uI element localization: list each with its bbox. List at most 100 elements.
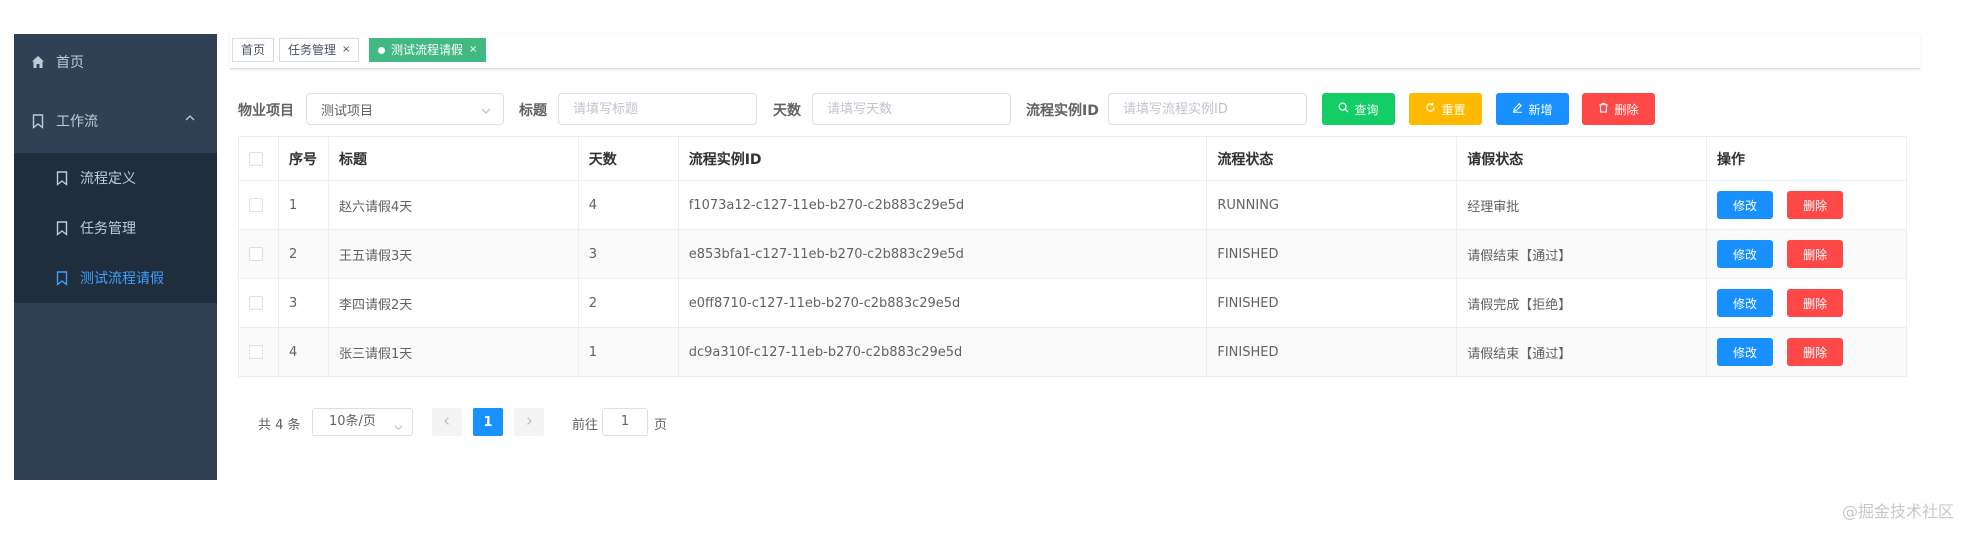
table-header-row: 序号 标题 天数 流程实例ID 流程状态 请假状态 操作 <box>238 136 1907 181</box>
column-header: 请假状态 <box>1456 136 1708 181</box>
tag-label: 测试流程请假 <box>391 43 464 57</box>
chevron-up-icon <box>183 111 197 125</box>
row-checkbox[interactable] <box>249 345 263 359</box>
cell-title: 张三请假1天 <box>327 327 579 377</box>
bookmark-icon <box>54 170 70 186</box>
page-number-button[interactable]: 1 <box>473 408 503 436</box>
cell-days: 3 <box>577 229 679 279</box>
edit-icon <box>1512 102 1523 116</box>
tags-view: 首页 任务管理 × 测试流程请假 × <box>230 34 1920 69</box>
sidebar-item-test-leave[interactable]: 测试流程请假 <box>14 253 217 303</box>
cell-title: 赵六请假4天 <box>327 180 579 230</box>
chevron-right-icon <box>524 415 534 430</box>
table-row: 4 张三请假1天 1 dc9a310f-c127-11eb-b270-c2b88… <box>238 327 1907 377</box>
goto-page-input[interactable]: 1 <box>602 408 648 436</box>
sidebar-item-home[interactable]: 首页 <box>14 34 217 89</box>
days-label: 天数 <box>773 103 801 119</box>
cell-instance-id: e0ff8710-c127-11eb-b270-c2b883c29e5d <box>677 278 1208 328</box>
sidebar-item-process-definition[interactable]: 流程定义 <box>14 153 217 203</box>
row-delete-button[interactable]: 删除 <box>1787 191 1844 219</box>
cell-instance-id: dc9a310f-c127-11eb-b270-c2b883c29e5d <box>677 327 1208 377</box>
page-size-select[interactable]: 10条/页 <box>312 408 413 436</box>
delete-button[interactable]: 删除 <box>1582 93 1655 125</box>
reset-button[interactable]: 重置 <box>1409 93 1482 125</box>
cell-days: 2 <box>577 278 679 328</box>
cell-leave-status: 请假完成【拒绝】 <box>1456 278 1708 328</box>
close-icon[interactable]: × <box>469 39 477 61</box>
cell-leave-status: 请假结束【通过】 <box>1456 229 1708 279</box>
tag-label: 首页 <box>241 43 266 57</box>
chevron-left-icon <box>442 415 452 430</box>
instance-id-input[interactable] <box>1108 93 1307 125</box>
sidebar-item-label: 任务管理 <box>80 221 136 237</box>
query-button[interactable]: 查询 <box>1322 93 1395 125</box>
column-header: 序号 <box>277 136 329 181</box>
row-select <box>238 229 279 279</box>
next-page-button[interactable] <box>514 408 544 436</box>
edit-button[interactable]: 修改 <box>1717 338 1774 366</box>
row-checkbox[interactable] <box>249 198 263 212</box>
bookmark-icon <box>54 270 70 286</box>
chevron-down-icon <box>480 102 492 114</box>
goto-label: 前往 <box>572 418 599 433</box>
cell-leave-status: 请假结束【通过】 <box>1456 327 1708 377</box>
header-select <box>238 136 279 181</box>
column-header: 天数 <box>577 136 679 181</box>
row-delete-button[interactable]: 删除 <box>1787 289 1844 317</box>
tag-test-leave[interactable]: 测试流程请假 × <box>369 38 487 62</box>
trash-icon <box>1598 102 1609 116</box>
cell-no: 4 <box>277 327 329 377</box>
row-delete-button[interactable]: 删除 <box>1787 338 1844 366</box>
row-checkbox[interactable] <box>249 296 263 310</box>
sidebar-item-workflow[interactable]: 工作流 <box>14 89 217 153</box>
days-input[interactable] <box>812 93 1011 125</box>
column-header: 流程实例ID <box>677 136 1208 181</box>
sidebar-item-task-management[interactable]: 任务管理 <box>14 203 217 253</box>
cell-no: 2 <box>277 229 329 279</box>
workflow-submenu: 流程定义 任务管理 测试流程请假 <box>14 153 217 303</box>
bookmark-icon <box>30 113 46 129</box>
active-dot-icon <box>378 46 385 54</box>
column-header: 操作 <box>1706 136 1907 181</box>
cell-no: 1 <box>277 180 329 230</box>
row-checkbox[interactable] <box>249 247 263 261</box>
tag-home[interactable]: 首页 <box>232 38 275 62</box>
edit-button[interactable]: 修改 <box>1717 191 1774 219</box>
select-all-checkbox[interactable] <box>249 151 263 166</box>
cell-actions: 修改 删除 <box>1706 180 1907 230</box>
sidebar-item-label: 首页 <box>56 54 84 71</box>
property-select-input[interactable] <box>306 93 504 125</box>
cell-days: 4 <box>577 180 679 230</box>
add-button[interactable]: 新增 <box>1496 93 1569 125</box>
cell-instance-id: e853bfa1-c127-11eb-b270-c2b883c29e5d <box>677 229 1208 279</box>
row-select <box>238 180 279 230</box>
edit-button[interactable]: 修改 <box>1717 289 1774 317</box>
chevron-down-icon <box>393 417 404 431</box>
tag-task-management[interactable]: 任务管理 × <box>279 38 360 62</box>
close-icon[interactable]: × <box>342 39 350 61</box>
instance-id-label: 流程实例ID <box>1026 103 1099 119</box>
title-input[interactable] <box>558 93 757 125</box>
watermark: @掘金技术社区 <box>1841 502 1954 521</box>
property-select[interactable] <box>306 93 504 125</box>
leave-table: 序号 标题 天数 流程实例ID 流程状态 请假状态 操作 1 赵六请假4天 4 … <box>238 136 1907 377</box>
property-label: 物业项目 <box>238 103 294 119</box>
cell-leave-status: 经理审批 <box>1456 180 1708 230</box>
add-button-label: 新增 <box>1528 102 1553 117</box>
cell-process-status: FINISHED <box>1206 278 1458 328</box>
edit-button[interactable]: 修改 <box>1717 240 1774 268</box>
table-row: 1 赵六请假4天 4 f1073a12-c127-11eb-b270-c2b88… <box>238 180 1907 230</box>
cell-instance-id: f1073a12-c127-11eb-b270-c2b883c29e5d <box>677 180 1208 230</box>
cell-actions: 修改 删除 <box>1706 229 1907 279</box>
reset-button-label: 重置 <box>1441 102 1466 117</box>
pagination-total: 共 4 条 <box>258 418 301 433</box>
cell-no: 3 <box>277 278 329 328</box>
bookmark-icon <box>54 220 70 236</box>
table-row: 3 李四请假2天 2 e0ff8710-c127-11eb-b270-c2b88… <box>238 278 1907 328</box>
sidebar-item-label: 工作流 <box>56 114 98 130</box>
tag-label: 任务管理 <box>288 43 337 57</box>
page-size-value: 10条/页 <box>329 414 376 429</box>
row-delete-button[interactable]: 删除 <box>1787 240 1844 268</box>
page-unit-label: 页 <box>654 418 668 433</box>
prev-page-button[interactable] <box>432 408 462 436</box>
